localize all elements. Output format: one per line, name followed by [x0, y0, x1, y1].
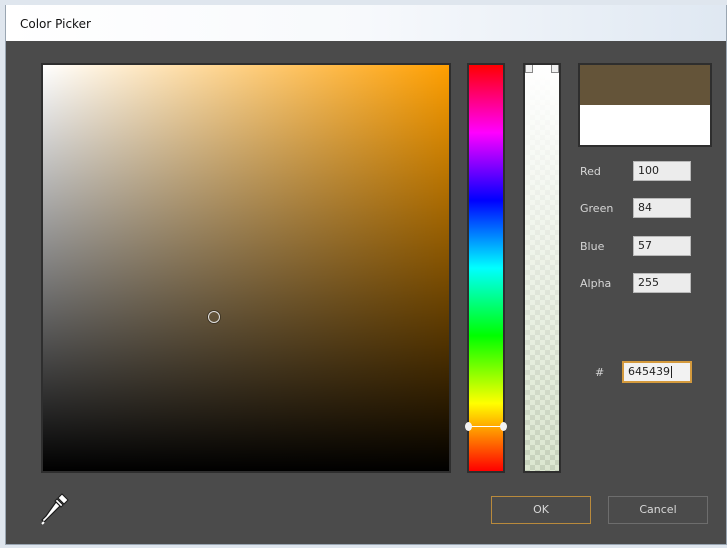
alpha-handle-left-knob[interactable] [525, 65, 533, 73]
blue-input[interactable]: 57 [633, 236, 691, 256]
window-title: Color Picker [20, 17, 91, 31]
color-preview [578, 63, 712, 147]
title-bar[interactable]: Color Picker [6, 5, 726, 41]
alpha-slider-handle[interactable] [525, 65, 559, 73]
hue-slider-handle[interactable] [465, 422, 507, 432]
hex-value: 645439 [628, 365, 670, 378]
previous-color-swatch[interactable] [580, 105, 710, 145]
blue-label: Blue [580, 240, 605, 253]
alpha-label: Alpha [580, 277, 612, 290]
red-input[interactable]: 100 [633, 161, 691, 181]
dialog-content: Red 100 Green 84 Blue 57 Alpha 255 # 645… [6, 41, 726, 544]
hex-label: # [595, 366, 605, 379]
hue-handle-left-knob[interactable] [465, 422, 472, 432]
green-input[interactable]: 84 [633, 198, 691, 218]
alpha-input[interactable]: 255 [633, 273, 691, 293]
new-color-swatch [580, 65, 710, 105]
hue-slider[interactable] [465, 63, 507, 473]
saturation-value-square[interactable] [41, 63, 451, 473]
cancel-button[interactable]: Cancel [608, 496, 708, 524]
eyedropper-icon[interactable] [39, 491, 71, 527]
color-selection-marker[interactable] [207, 310, 220, 323]
text-cursor [671, 366, 672, 378]
alpha-slider[interactable] [523, 63, 561, 473]
alpha-gradient [525, 65, 559, 471]
color-picker-window: Color Picker Red 100 Green 84 Blue 57 Al… [5, 5, 727, 545]
alpha-handle-right-knob[interactable] [551, 65, 559, 73]
ok-button[interactable]: OK [491, 496, 591, 524]
hex-input[interactable]: 645439 [622, 361, 692, 383]
red-label: Red [580, 165, 601, 178]
green-label: Green [580, 202, 614, 215]
hue-handle-right-knob[interactable] [500, 422, 507, 432]
